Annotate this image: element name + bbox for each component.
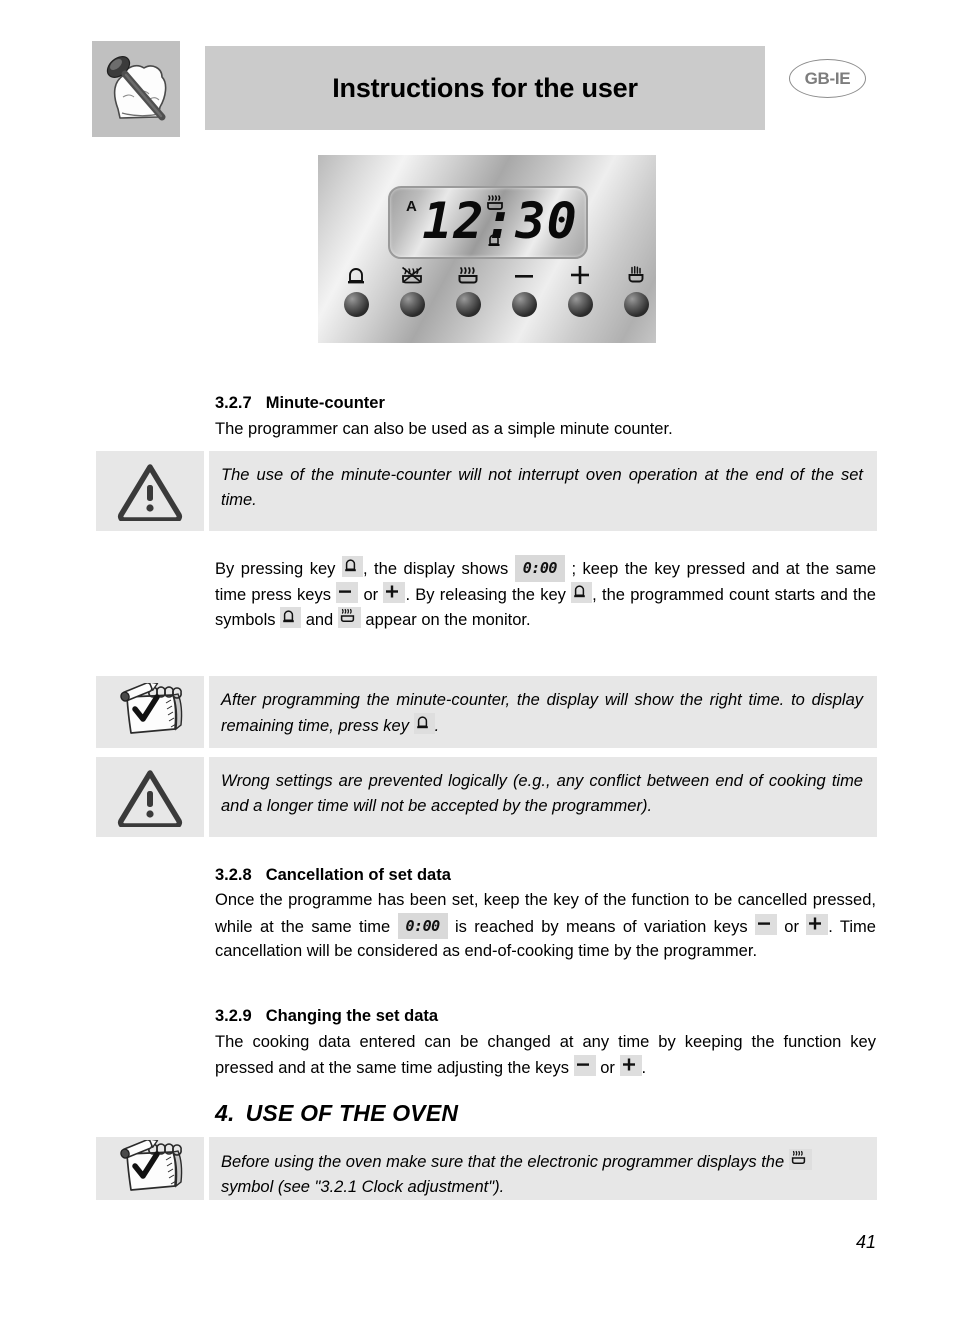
note-1-text-part-2: .	[434, 716, 440, 735]
section-title: USE OF THE OVEN	[245, 1100, 459, 1126]
section-329-part-2: or	[600, 1058, 615, 1077]
section-328-part-3: or	[784, 917, 799, 936]
section-329-part-1: The cooking data entered can be changed …	[215, 1033, 876, 1077]
lcd-zero-display: 0:00	[514, 555, 565, 582]
minute-counter-button[interactable]	[330, 263, 382, 317]
section-329-part-3: .	[641, 1058, 647, 1077]
section-title: Changing the set data	[265, 1007, 439, 1025]
decrease-button[interactable]	[498, 263, 550, 317]
section-heading-329: 3.2.9 Changing the set data	[215, 1007, 438, 1026]
button-knob[interactable]	[511, 292, 537, 317]
section-number: 3.2.8	[215, 866, 252, 884]
section-title: Cancellation of set data	[265, 866, 451, 884]
page-title: Instructions for the user	[332, 72, 638, 103]
warning-triangle-icon	[96, 451, 204, 531]
plus-icon	[383, 581, 406, 603]
section-heading-328: 3.2.8 Cancellation of set data	[215, 866, 451, 885]
programmer-buttons-row	[330, 263, 649, 333]
lcd-bell-icon	[487, 232, 501, 248]
plus-icon	[619, 1054, 642, 1076]
cooking-time-end-button[interactable]	[386, 263, 438, 317]
bell-icon	[330, 263, 382, 287]
auto-indicator: A	[406, 198, 417, 215]
section-329-body: The cooking data entered can be changed …	[215, 1030, 876, 1080]
hand-icon	[610, 263, 662, 287]
section-number: 4.	[215, 1100, 235, 1126]
note-callout-1-text: After programming the minute-counter, th…	[209, 676, 877, 748]
minus-icon	[336, 581, 359, 603]
bell-icon	[341, 556, 363, 577]
note-1-text-part-1: After programming the minute-counter, th…	[221, 691, 863, 735]
chef-hat-spoon-icon	[92, 41, 180, 137]
heated-pot-icon	[442, 263, 494, 287]
warning-callout-1-text: The use of the minute-counter will not i…	[209, 451, 877, 531]
header-title-bar: Instructions for the user	[205, 46, 765, 130]
manual-mode-button[interactable]	[610, 263, 662, 317]
button-knob[interactable]	[455, 292, 481, 317]
paragraph-part-2: , the display shows	[362, 560, 509, 578]
crossed-pot-icon	[386, 263, 438, 287]
paragraph-part-7: and	[305, 611, 334, 629]
section-328-body: Once the programme has been set, keep th…	[215, 888, 876, 964]
warning-callout-1: The use of the minute-counter will not i…	[96, 451, 877, 531]
section-heading-327: 3.2.7 Minute-counter	[215, 394, 385, 413]
minus-icon	[573, 1054, 596, 1076]
oven-heat-icon	[337, 607, 361, 628]
note-callout-2-text: Before using the oven make sure that the…	[209, 1137, 877, 1200]
button-knob[interactable]	[567, 292, 593, 317]
section-number: 3.2.7	[215, 394, 252, 412]
minus-icon	[498, 263, 550, 287]
warning-callout-2: Wrong settings are prevented logically (…	[96, 757, 877, 837]
minute-counter-instructions: By pressing key , the display shows 0:00…	[215, 555, 876, 633]
button-knob[interactable]	[399, 292, 425, 317]
section-title: Minute-counter	[265, 394, 385, 412]
paragraph-part-8: appear on the monitor.	[365, 611, 531, 629]
note-callout-2: Before using the oven make sure that the…	[96, 1137, 877, 1200]
notepad-check-icon	[96, 676, 204, 748]
bell-icon	[571, 581, 593, 603]
warning-callout-2-text: Wrong settings are prevented logically (…	[209, 757, 877, 837]
page-number: 41	[855, 1232, 876, 1252]
section-heading-4: 4. USE OF THE OVEN	[215, 1100, 458, 1127]
increase-button[interactable]	[554, 263, 606, 317]
oven-heat-icon	[788, 1149, 812, 1170]
bell-icon	[413, 712, 435, 734]
note-2-text-part-2: symbol (see "3.2.1 Clock adjustment").	[221, 1177, 505, 1196]
plus-icon	[806, 913, 829, 935]
paragraph-part-5: . By releasing the key	[405, 585, 566, 604]
note-2-text-part-1: Before using the oven make sure that the…	[221, 1153, 785, 1171]
paragraph-part-1: By pressing key	[215, 560, 336, 578]
lcd-display: A 12:30	[388, 186, 588, 259]
section-328-part-2: is reached by means of variation keys	[455, 917, 748, 936]
paragraph-part-4: or	[363, 585, 379, 604]
language-badge: GB-IE	[789, 59, 866, 98]
note-callout-1: After programming the minute-counter, th…	[96, 676, 877, 748]
lcd-oven-heat-icon	[486, 194, 504, 211]
plus-icon	[554, 263, 606, 287]
button-knob[interactable]	[623, 292, 649, 317]
notepad-check-icon	[96, 1137, 204, 1200]
cooking-time-button[interactable]	[442, 263, 494, 317]
lcd-zero-display: 0:00	[397, 912, 448, 939]
minus-icon	[754, 913, 777, 935]
oven-programmer-panel: A 12:30	[318, 155, 656, 343]
section-number: 3.2.9	[215, 1007, 252, 1025]
button-knob[interactable]	[343, 292, 369, 317]
section-327-body: The programmer can also be used as a sim…	[215, 420, 673, 438]
warning-triangle-icon	[96, 757, 204, 837]
page-header: Instructions for the user GB-IE	[92, 41, 866, 137]
bell-icon	[280, 607, 302, 628]
